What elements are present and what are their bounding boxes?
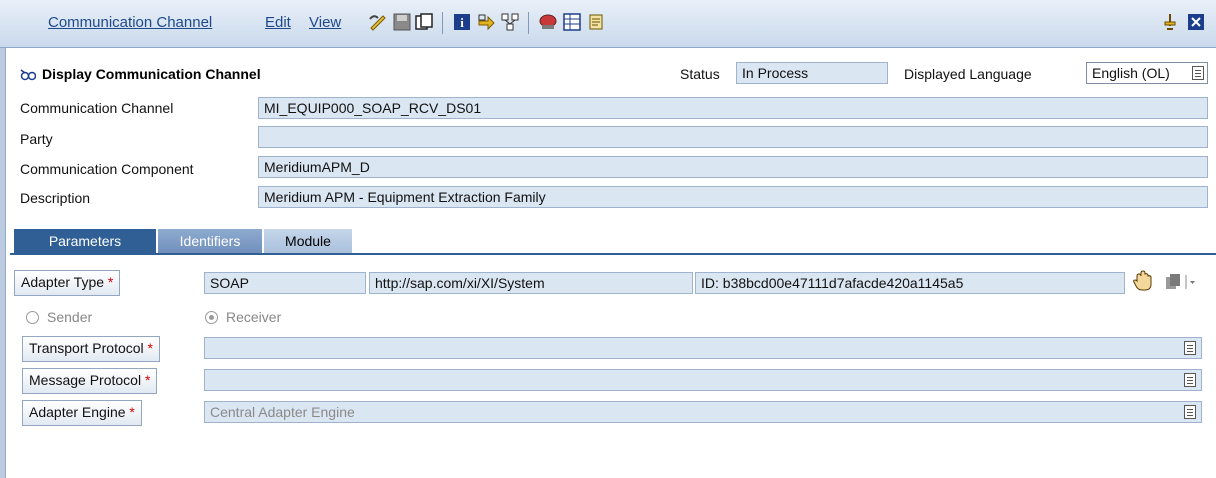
object-check-icon[interactable] [538, 12, 558, 32]
sender-radio[interactable]: Sender [26, 309, 92, 325]
transport-protocol-dropdown-icon[interactable] [1184, 341, 1196, 355]
close-icon[interactable] [1186, 12, 1206, 32]
message-protocol-dropdown-icon[interactable] [1184, 373, 1196, 387]
adapter-engine-button[interactable]: Adapter Engine * [22, 400, 142, 426]
copy-icon[interactable] [414, 12, 434, 32]
receiver-radio-circle [205, 310, 218, 324]
communication-component-label: Communication Component [20, 161, 194, 177]
message-protocol-button-label: Message Protocol [29, 372, 142, 388]
toolbar: Communication Channel Edit View i [0, 0, 1216, 48]
table-icon[interactable] [562, 12, 582, 32]
description-label: Description [20, 190, 91, 206]
adapter-type-button[interactable]: Adapter Type * [14, 270, 121, 296]
history-icon[interactable] [586, 12, 606, 32]
description-field: Meridium APM - Equipment Extraction Fami… [258, 186, 1208, 208]
tab-parameters-label: Parameters [48, 233, 122, 249]
adapter-type-field[interactable]: SOAP [204, 272, 366, 294]
save-icon[interactable] [392, 12, 412, 32]
page-title: Display Communication Channel [20, 66, 261, 82]
transport-protocol-button-label: Transport Protocol [29, 340, 144, 356]
party-field [258, 126, 1208, 148]
pin-icon[interactable] [1160, 12, 1180, 32]
tab-divider [10, 253, 1216, 255]
receiver-radio-label: Receiver [226, 309, 282, 325]
adapter-type-button-label: Adapter Type [21, 274, 105, 290]
adapter-namespace-field: http://sap.com/xi/XI/System [369, 272, 693, 294]
menu-edit[interactable]: Edit [265, 14, 291, 31]
hand-select-icon[interactable] [1132, 270, 1154, 292]
menu-communication-channel[interactable]: Communication Channel [48, 14, 212, 31]
displayed-language-select[interactable]: English (OL) [1086, 62, 1208, 84]
tab-parameters[interactable]: Parameters [14, 229, 156, 254]
adapter-engine-dropdown-icon[interactable] [1184, 405, 1196, 419]
sender-radio-circle [26, 310, 39, 324]
transport-protocol-select[interactable] [204, 337, 1202, 359]
copy-menu-icon[interactable] [1164, 273, 1202, 291]
required-marker: * [147, 340, 153, 356]
svg-text:i: i [460, 15, 464, 30]
message-protocol-button[interactable]: Message Protocol * [22, 368, 158, 394]
page-title-text: Display Communication Channel [42, 66, 261, 82]
communication-component-field: MeridiumAPM_D [258, 156, 1208, 178]
tab-module-label: Module [285, 233, 331, 249]
displayed-language-value: English (OL) [1092, 65, 1170, 81]
party-label: Party [20, 131, 53, 147]
left-frame-edge [0, 48, 6, 478]
navigate-icon[interactable] [476, 12, 496, 32]
required-marker: * [144, 372, 151, 388]
display-glasses-icon [20, 67, 37, 81]
adapter-id-field: ID: b38bcd00e47111d7afacde420a1145a5 [695, 272, 1125, 294]
tab-identifiers[interactable]: Identifiers [158, 229, 262, 254]
adapter-engine-button-label: Adapter Engine [29, 404, 126, 420]
displayed-language-dropdown-icon[interactable] [1192, 66, 1204, 80]
tab-module[interactable]: Module [264, 229, 352, 254]
message-protocol-select[interactable] [204, 369, 1202, 391]
communication-channel-field: MI_EQUIP000_SOAP_RCV_DS01 [258, 97, 1208, 119]
status-field: In Process [736, 62, 888, 84]
edit-toggle-icon[interactable] [368, 12, 388, 32]
status-label: Status [680, 66, 720, 82]
where-used-icon[interactable] [500, 12, 520, 32]
required-marker: * [129, 404, 135, 420]
sender-radio-label: Sender [47, 309, 93, 325]
menu-view[interactable]: View [309, 14, 341, 31]
displayed-language-label: Displayed Language [904, 66, 1032, 82]
adapter-engine-select[interactable]: Central Adapter Engine [204, 401, 1202, 423]
transport-protocol-button[interactable]: Transport Protocol * [22, 336, 160, 362]
communication-channel-label: Communication Channel [20, 100, 174, 116]
tab-identifiers-label: Identifiers [179, 233, 241, 249]
receiver-radio[interactable]: Receiver [205, 309, 281, 325]
required-marker: * [107, 274, 114, 290]
info-icon[interactable]: i [452, 12, 472, 32]
